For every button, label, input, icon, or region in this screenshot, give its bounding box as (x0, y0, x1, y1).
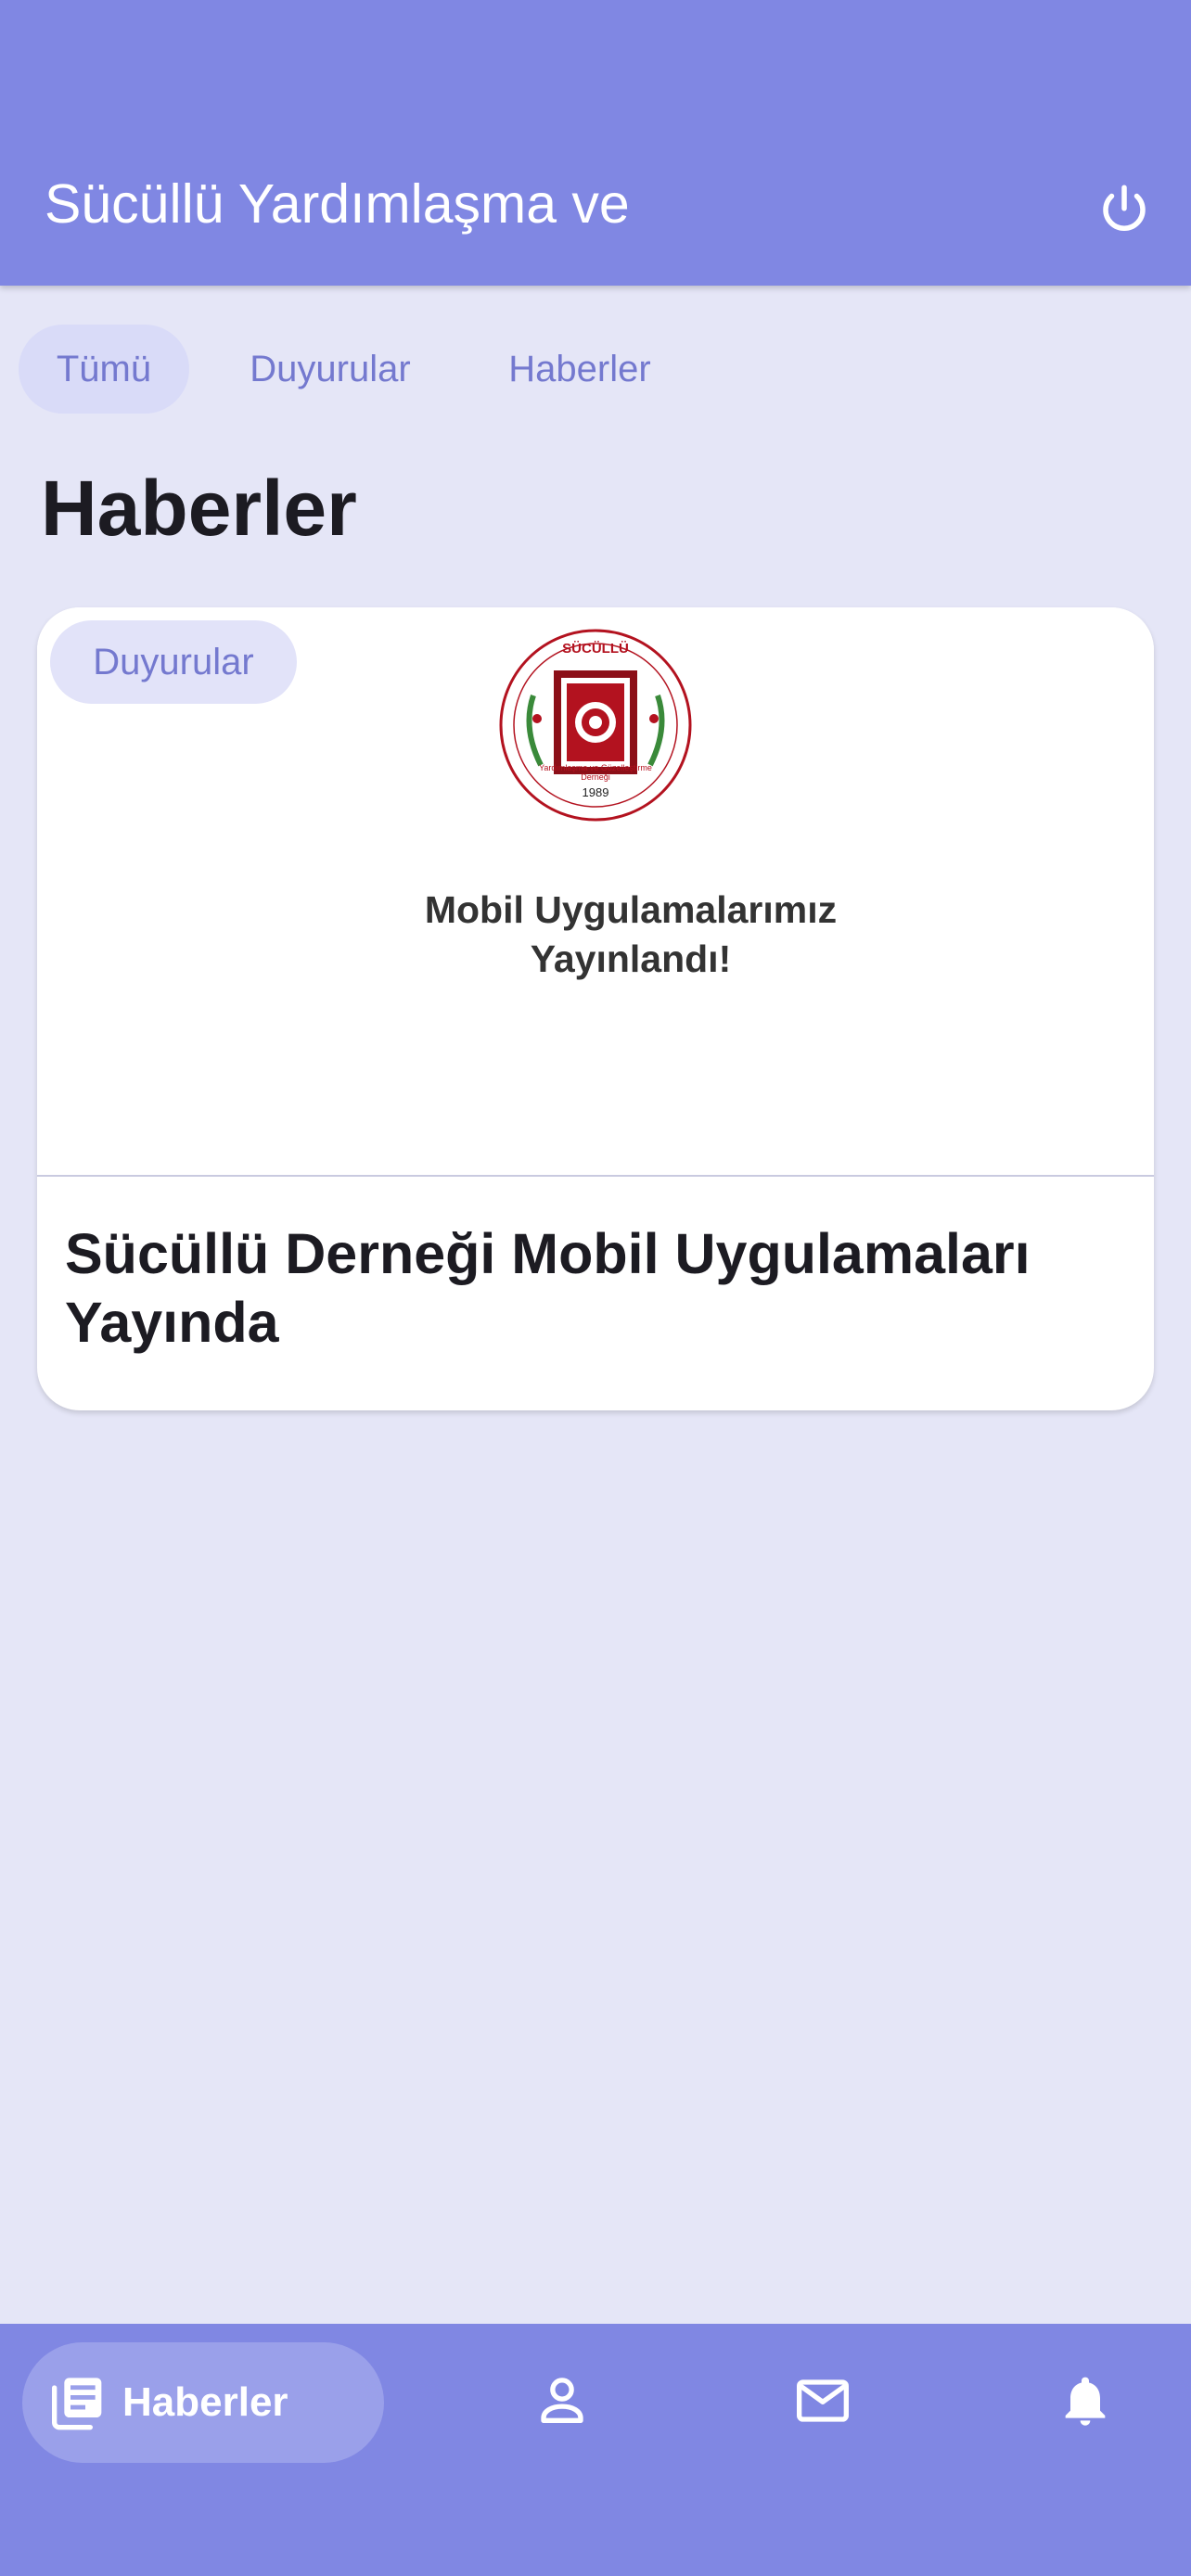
news-card-image: SÜCÜLLÜ 1989 Yardımlaşma ve Güzelleştirm… (37, 607, 1154, 1175)
tab-haberler[interactable]: Haberler (473, 325, 686, 414)
logo-ring-text: Yardımlaşma ve Güzelleştirme Derneği (539, 763, 652, 782)
bell-icon (1065, 2377, 1106, 2426)
mail-icon (797, 2379, 849, 2422)
power-icon (1103, 185, 1146, 231)
newspaper-icon (52, 2378, 102, 2430)
person-icon (541, 2378, 583, 2423)
tab-duyurular[interactable]: Duyurular (219, 325, 442, 414)
news-card-title: Sücüllü Derneği Mobil Uygulamaları Yayın… (65, 1222, 1031, 1354)
filter-tabs: Tümü Duyurular Haberler (19, 325, 1172, 414)
app-title: Sücüllü Yardımlaşma ve (45, 173, 630, 235)
news-card[interactable]: SÜCÜLLÜ 1989 Yardımlaşma ve Güzelleştirm… (37, 607, 1154, 1410)
card-divider (37, 1175, 1154, 1177)
image-caption-line1: Mobil Uygulamalarımız (424, 888, 838, 931)
app-bar: Sücüllü Yardımlaşma ve (0, 0, 1191, 286)
logo-year: 1989 (582, 785, 609, 799)
image-caption-line2: Yayınlandı! (530, 937, 732, 980)
nav-item-messages[interactable] (792, 2371, 853, 2435)
nav-item-profile[interactable] (532, 2371, 592, 2435)
page-title: Haberler (41, 465, 357, 552)
tab-duyurular-label: Duyurular (250, 349, 411, 389)
tab-tumu-label: Tümü (56, 349, 152, 389)
power-button[interactable] (1091, 176, 1158, 243)
nav-item-haberler[interactable]: Haberler (22, 2342, 384, 2463)
nav-item-notifications[interactable] (1056, 2371, 1115, 2435)
category-badge: Duyurular (50, 620, 297, 704)
logo-top-text: SÜCÜLLÜ (562, 641, 629, 657)
tab-tumu[interactable]: Tümü (19, 325, 189, 414)
bottom-nav: Haberler (0, 2324, 1191, 2576)
nav-item-haberler-label: Haberler (122, 2379, 288, 2425)
image-caption: Mobil Uygulamalarımız Yayınlandı! (315, 886, 946, 984)
tab-haberler-label: Haberler (508, 349, 651, 389)
